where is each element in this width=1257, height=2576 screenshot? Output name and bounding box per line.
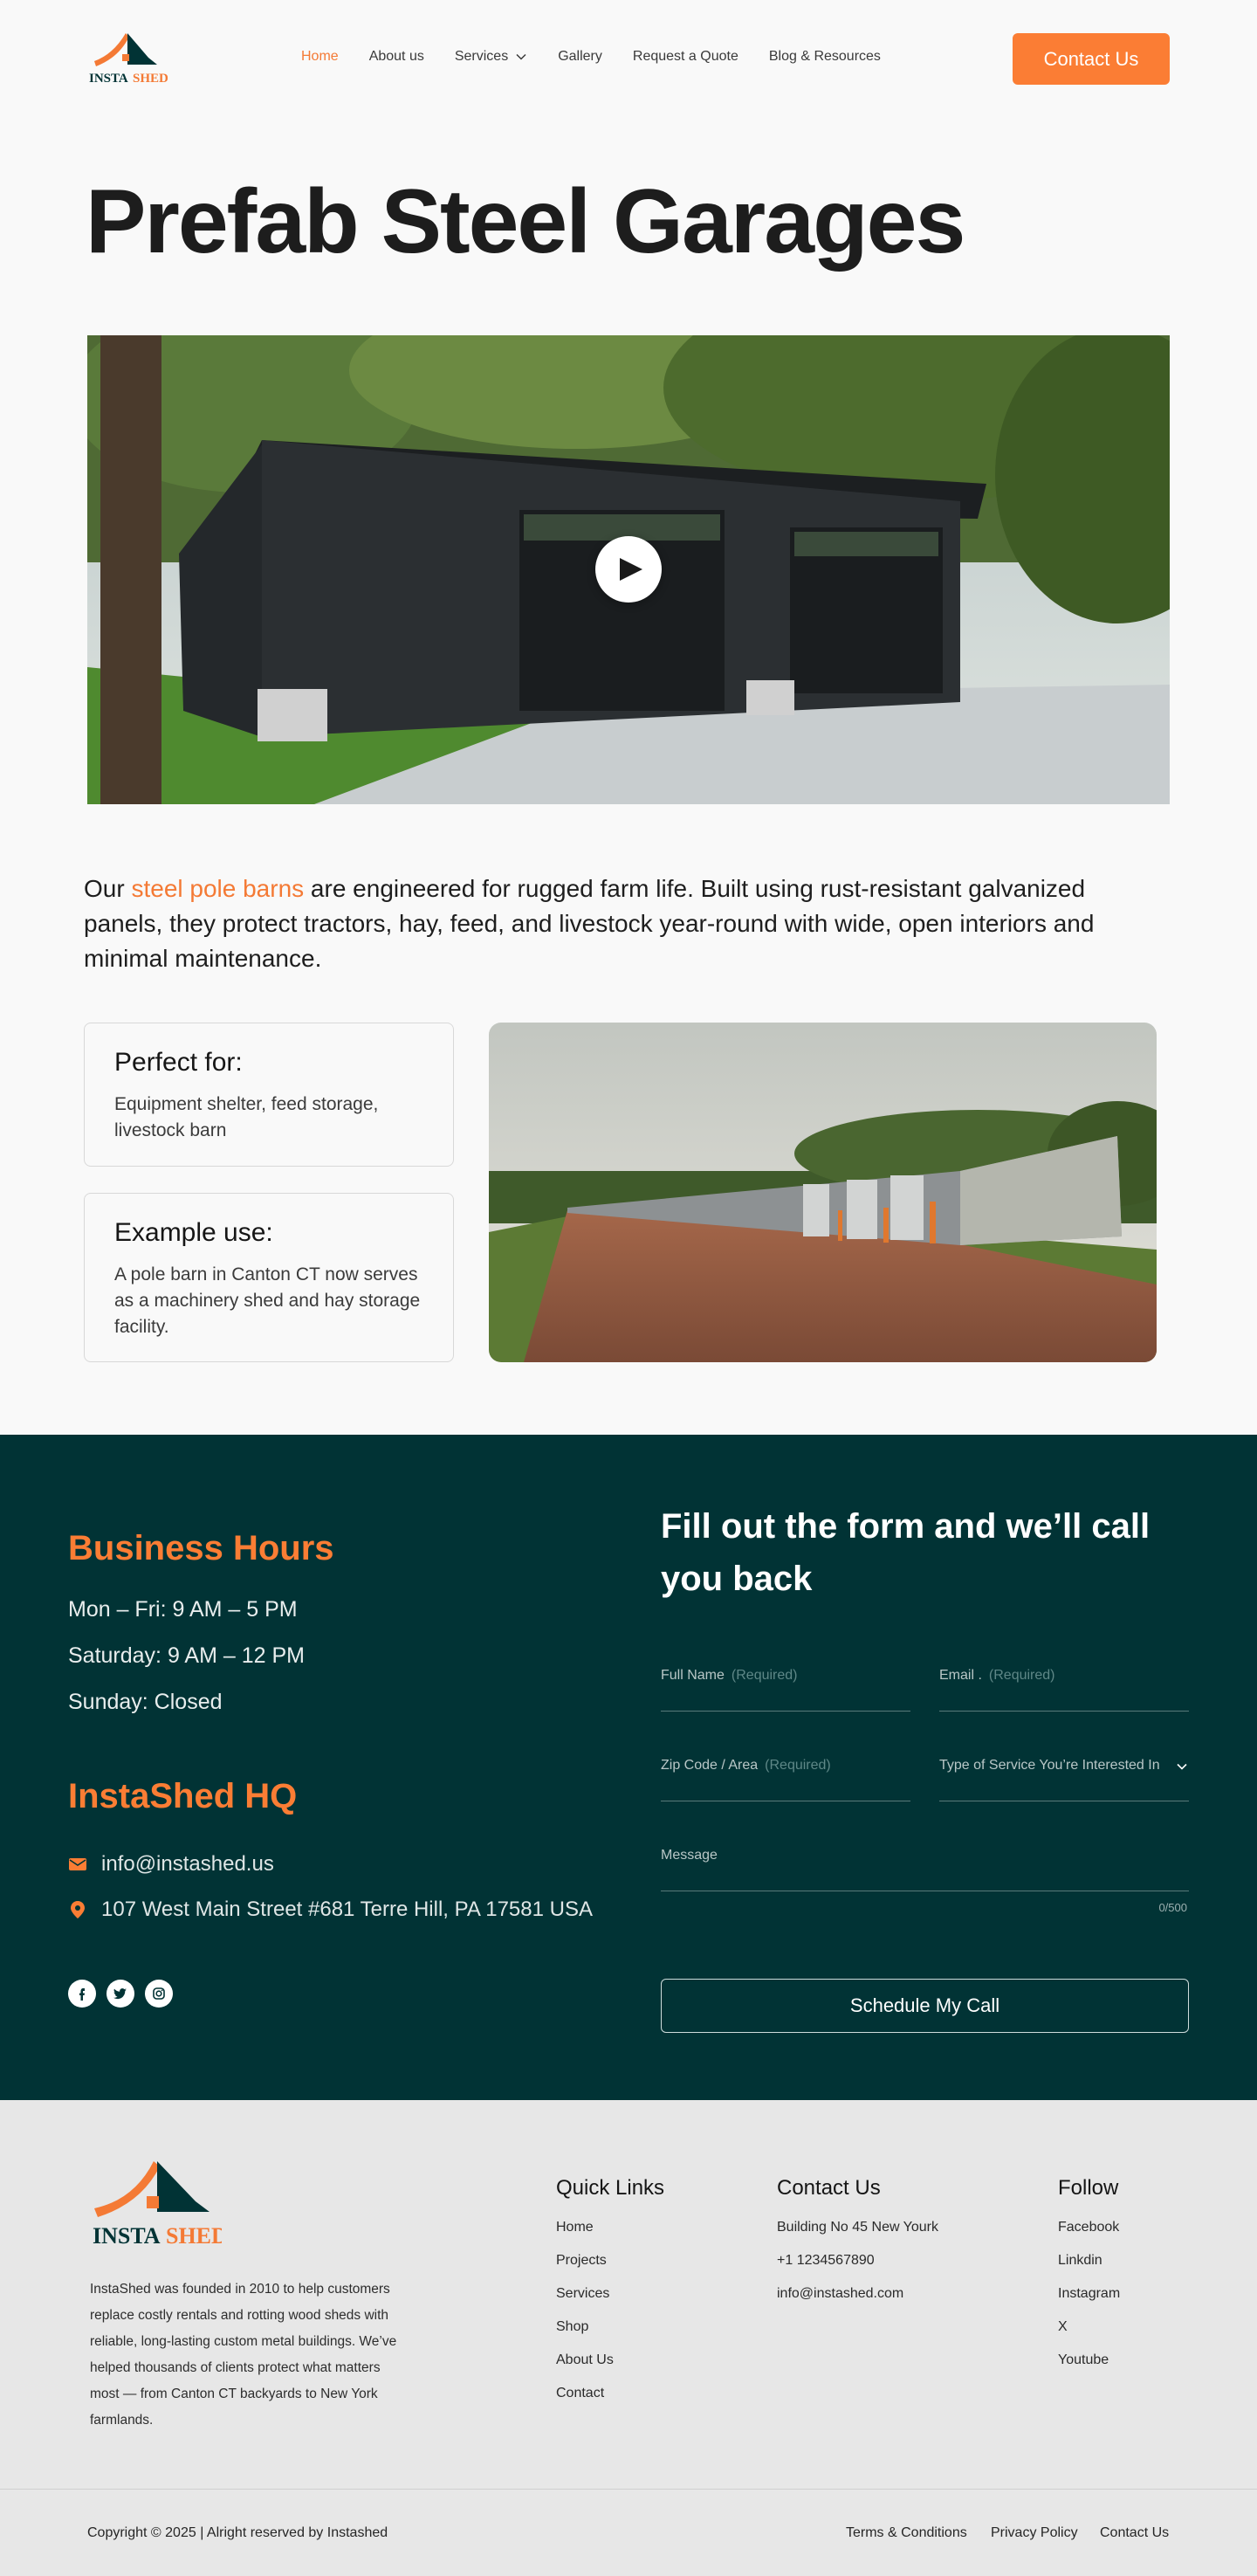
- instagram-icon: [153, 1987, 165, 2000]
- footer-email[interactable]: info@instashed.com: [777, 2286, 938, 2319]
- footer-link-services[interactable]: Services: [556, 2286, 664, 2319]
- chevron-down-icon: [1177, 1763, 1187, 1770]
- hours-sunday: Sunday: Closed: [68, 1690, 223, 1714]
- steel-pole-barns-link[interactable]: steel pole barns: [131, 875, 304, 902]
- nav-services[interactable]: Services: [455, 49, 527, 65]
- nav-about[interactable]: About us: [369, 49, 424, 65]
- terms-link[interactable]: Terms & Conditions: [846, 2525, 967, 2541]
- social-icons: [68, 1980, 183, 2008]
- form-title: Fill out the form and we’ll call you bac…: [661, 1507, 1151, 1598]
- business-hours-title: Business Hours: [68, 1529, 334, 1567]
- footer-logo[interactable]: INSTA SHED: [91, 2154, 228, 2257]
- perfect-for-card: Perfect for: Equipment shelter, feed sto…: [84, 1023, 454, 1167]
- quick-links-title: Quick Links: [556, 2176, 665, 2200]
- quick-links: Quick Links Home Projects Services Shop …: [556, 2176, 664, 2419]
- schedule-call-button[interactable]: Schedule My Call: [661, 1979, 1189, 2033]
- play-icon: [620, 558, 642, 581]
- hq-address: 107 West Main Street #681 Terre Hill, PA…: [68, 1898, 593, 1922]
- facebook-icon: [79, 1988, 85, 2001]
- footer-divider: [0, 2489, 1257, 2490]
- storage-units-photo: [489, 1023, 1157, 1362]
- card-body: Equipment shelter, feed storage, livesto…: [114, 1094, 379, 1140]
- contact-section: Business Hours Mon – Fri: 9 AM – 5 PM Sa…: [0, 1435, 1257, 2100]
- footer-youtube[interactable]: Youtube: [1058, 2352, 1120, 2386]
- footer-x[interactable]: X: [1058, 2319, 1120, 2352]
- footer-follow: Follow Facebook Linkdin Instagram X Yout…: [1058, 2176, 1120, 2386]
- footer-link-projects[interactable]: Projects: [556, 2253, 664, 2286]
- facebook-link[interactable]: [68, 1980, 96, 2008]
- brand-logo[interactable]: INSTA SHED: [87, 28, 168, 91]
- map-pin-icon: [71, 1901, 85, 1918]
- main-nav: Home About us Services Gallery Request a…: [301, 49, 911, 65]
- contact-us-title: Contact Us: [777, 2176, 881, 2200]
- footer-linkedin[interactable]: Linkdin: [1058, 2253, 1120, 2286]
- footer-link-contact[interactable]: Contact: [556, 2386, 664, 2419]
- zip-code-field[interactable]: Zip Code / Area (Required): [661, 1758, 910, 1801]
- footer-contact: Contact Us Building No 45 New Yourk +1 1…: [777, 2176, 938, 2319]
- footer-link-about[interactable]: About Us: [556, 2352, 664, 2386]
- hours-saturday: Saturday: 9 AM – 12 PM: [68, 1643, 305, 1668]
- message-textarea[interactable]: Message: [661, 1848, 1189, 1891]
- svg-text:INSTA: INSTA: [93, 2223, 161, 2249]
- nav-home[interactable]: Home: [301, 49, 339, 65]
- follow-title: Follow: [1058, 2176, 1119, 2200]
- privacy-link[interactable]: Privacy Policy: [991, 2525, 1078, 2541]
- footer-contact-link[interactable]: Contact Us: [1100, 2525, 1169, 2541]
- hq-title: InstaShed HQ: [68, 1777, 298, 1815]
- copyright: Copyright © 2025 | Alright reserved by I…: [87, 2525, 388, 2540]
- email-field[interactable]: Email . (Required): [939, 1668, 1189, 1712]
- example-use-card: Example use: A pole barn in Canton CT no…: [84, 1193, 454, 1362]
- hero-video[interactable]: [87, 335, 1170, 804]
- site-header: INSTA SHED Home About us Services Galler…: [0, 0, 1257, 119]
- site-footer: INSTA SHED InstaShed was founded in 2010…: [0, 2100, 1257, 2576]
- mail-icon: [69, 1858, 86, 1870]
- about-text: InstaShed was founded in 2010 to help cu…: [90, 2282, 397, 2428]
- play-button[interactable]: [595, 536, 662, 603]
- twitter-icon: [113, 1988, 127, 2000]
- full-name-field[interactable]: Full Name (Required): [661, 1668, 910, 1712]
- card-title: Perfect for:: [114, 1048, 243, 1077]
- footer-instagram[interactable]: Instagram: [1058, 2286, 1120, 2319]
- svg-text:SHED: SHED: [166, 2223, 222, 2249]
- hours-weekdays: Mon – Fri: 9 AM – 5 PM: [68, 1597, 298, 1622]
- contact-us-button[interactable]: Contact Us: [1013, 33, 1170, 85]
- page-title: Prefab Steel Garages: [86, 171, 965, 272]
- footer-phone[interactable]: +1 1234567890: [777, 2253, 938, 2286]
- instagram-link[interactable]: [145, 1980, 173, 2008]
- footer-address: Building No 45 New Yourk: [777, 2220, 939, 2235]
- footer-facebook[interactable]: Facebook: [1058, 2220, 1120, 2253]
- svg-text:SHED: SHED: [133, 72, 168, 86]
- nav-request-quote[interactable]: Request a Quote: [633, 49, 738, 65]
- nav-gallery[interactable]: Gallery: [558, 49, 602, 65]
- nav-blog[interactable]: Blog & Resources: [769, 49, 881, 65]
- footer-link-home[interactable]: Home: [556, 2220, 664, 2253]
- chevron-down-icon: [516, 53, 526, 60]
- message-char-counter: 0/500: [1158, 1901, 1187, 1914]
- service-type-select[interactable]: Type of Service You’re Interested In: [939, 1758, 1189, 1801]
- svg-text:INSTA: INSTA: [89, 72, 128, 86]
- footer-link-shop[interactable]: Shop: [556, 2319, 664, 2352]
- card-title: Example use:: [114, 1218, 273, 1247]
- intro-paragraph: Our steel pole barns are engineered for …: [84, 875, 1095, 972]
- card-body: A pole barn in Canton CT now serves as a…: [114, 1264, 421, 1337]
- twitter-link[interactable]: [106, 1980, 134, 2008]
- hq-email[interactable]: info@instashed.us: [68, 1852, 274, 1877]
